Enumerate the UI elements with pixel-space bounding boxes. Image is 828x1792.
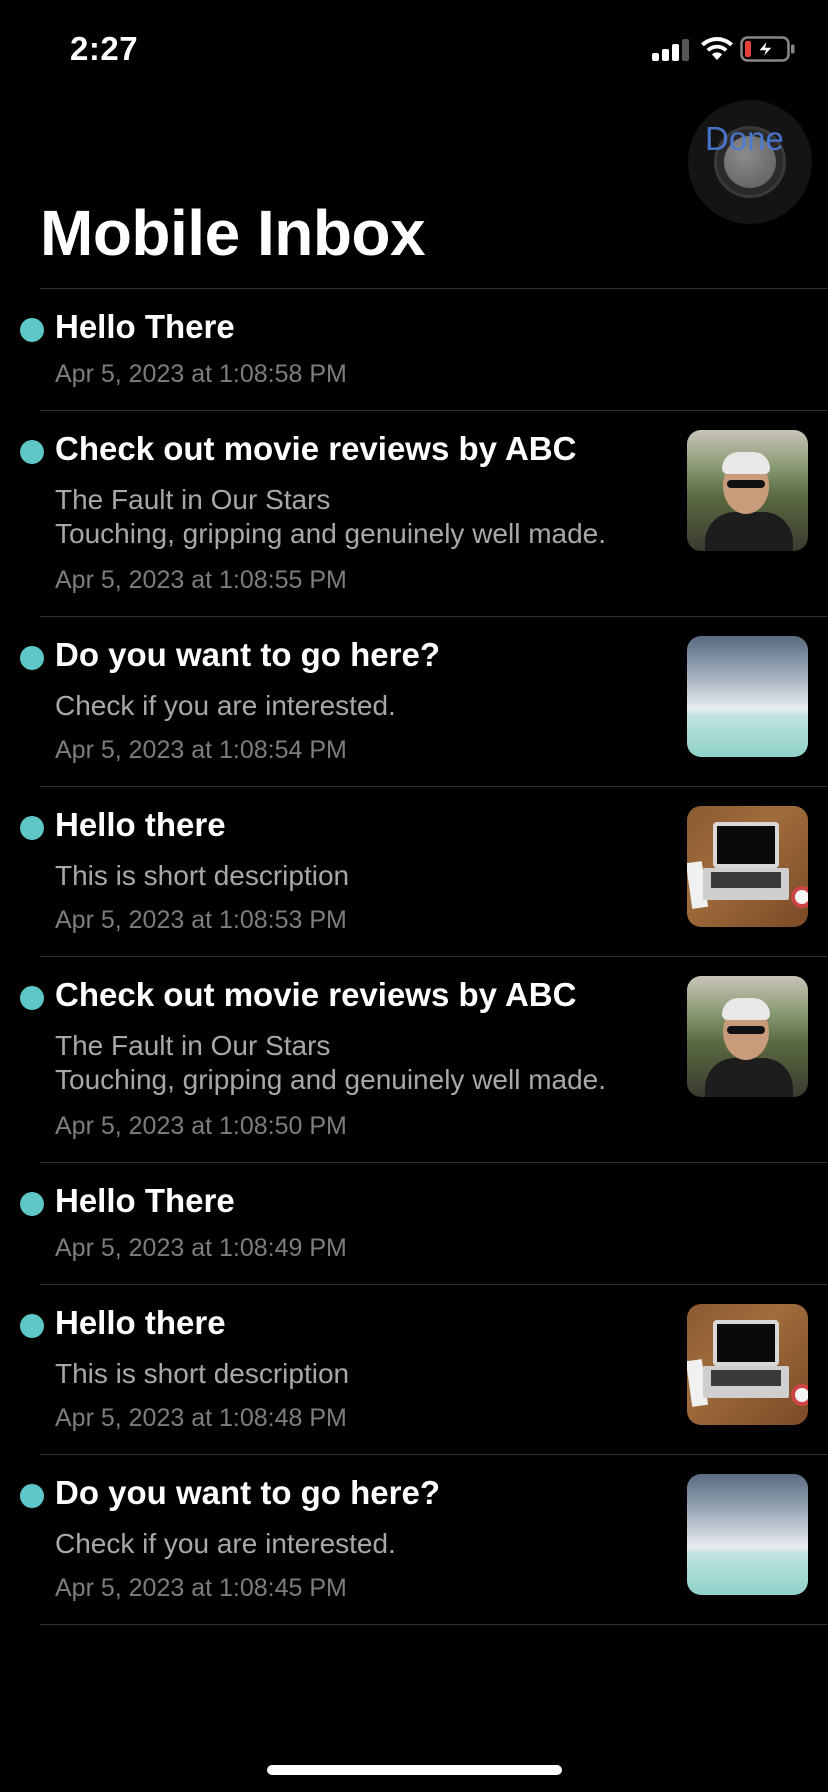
unread-dot-icon xyxy=(20,816,44,840)
unread-dot-icon xyxy=(20,1314,44,1338)
unread-dot-icon xyxy=(20,318,44,342)
message-item[interactable]: Hello There Apr 5, 2023 at 1:08:49 PM xyxy=(0,1162,828,1284)
unread-dot-icon xyxy=(20,1192,44,1216)
message-item[interactable]: Do you want to go here? Check if you are… xyxy=(0,616,828,786)
done-button[interactable]: Done xyxy=(705,120,784,158)
message-item[interactable]: Hello there This is short description Ap… xyxy=(0,786,828,956)
battery-charging-icon xyxy=(740,36,795,62)
message-date: Apr 5, 2023 at 1:08:48 PM xyxy=(55,1404,347,1432)
message-item[interactable]: Hello There Apr 5, 2023 at 1:08:58 PM xyxy=(0,288,828,410)
message-item[interactable]: Check out movie reviews by ABC The Fault… xyxy=(0,410,828,616)
unread-dot-icon xyxy=(20,440,44,464)
laptop-photo-thumbnail xyxy=(687,806,808,927)
message-description: This is short description xyxy=(55,1358,350,1389)
message-date: Apr 5, 2023 at 1:08:55 PM xyxy=(55,566,347,594)
message-description: Touching, gripping and genuinely well ma… xyxy=(55,1064,607,1095)
message-item[interactable]: Hello there This is short description Ap… xyxy=(0,1284,828,1454)
person-photo-thumbnail xyxy=(687,976,808,1097)
assistive-touch-button[interactable] xyxy=(688,100,812,224)
message-date: Apr 5, 2023 at 1:08:50 PM xyxy=(55,1112,347,1140)
message-title: Do you want to go here? xyxy=(55,636,440,673)
status-bar: 2:27 xyxy=(0,0,828,100)
unread-dot-icon xyxy=(20,646,44,670)
message-title: Check out movie reviews by ABC xyxy=(55,430,577,467)
message-date: Apr 5, 2023 at 1:08:54 PM xyxy=(55,736,347,764)
cellular-signal-icon xyxy=(652,39,690,61)
person-photo-thumbnail xyxy=(687,430,808,551)
message-date: Apr 5, 2023 at 1:08:45 PM xyxy=(55,1574,347,1602)
message-date: Apr 5, 2023 at 1:08:49 PM xyxy=(55,1234,347,1262)
wifi-icon xyxy=(701,37,733,60)
message-title: Hello there xyxy=(55,806,226,843)
unread-dot-icon xyxy=(20,1484,44,1508)
list-divider xyxy=(40,1624,828,1625)
message-title: Hello there xyxy=(55,1304,226,1341)
message-title: Hello There xyxy=(55,1182,235,1219)
unread-dot-icon xyxy=(20,986,44,1010)
message-description: This is short description xyxy=(55,860,350,891)
message-item[interactable]: Check out movie reviews by ABC The Fault… xyxy=(0,956,828,1162)
page-title: Mobile Inbox xyxy=(40,197,426,269)
status-time: 2:27 xyxy=(70,30,139,67)
message-title: Hello There xyxy=(55,308,235,345)
message-item[interactable]: Do you want to go here? Check if you are… xyxy=(0,1454,828,1624)
home-indicator[interactable] xyxy=(267,1765,562,1775)
message-subtitle: The Fault in Our Stars xyxy=(55,1030,331,1061)
message-date: Apr 5, 2023 at 1:08:53 PM xyxy=(55,906,347,934)
message-description: Check if you are interested. xyxy=(55,690,396,721)
message-subtitle: The Fault in Our Stars xyxy=(55,484,331,515)
message-title: Do you want to go here? xyxy=(55,1474,440,1511)
message-description: Check if you are interested. xyxy=(55,1528,396,1559)
sea-photo-thumbnail xyxy=(687,636,808,757)
message-description: Touching, gripping and genuinely well ma… xyxy=(55,518,607,549)
laptop-photo-thumbnail xyxy=(687,1304,808,1425)
sea-photo-thumbnail xyxy=(687,1474,808,1595)
message-title: Check out movie reviews by ABC xyxy=(55,976,577,1013)
message-date: Apr 5, 2023 at 1:08:58 PM xyxy=(55,360,347,388)
